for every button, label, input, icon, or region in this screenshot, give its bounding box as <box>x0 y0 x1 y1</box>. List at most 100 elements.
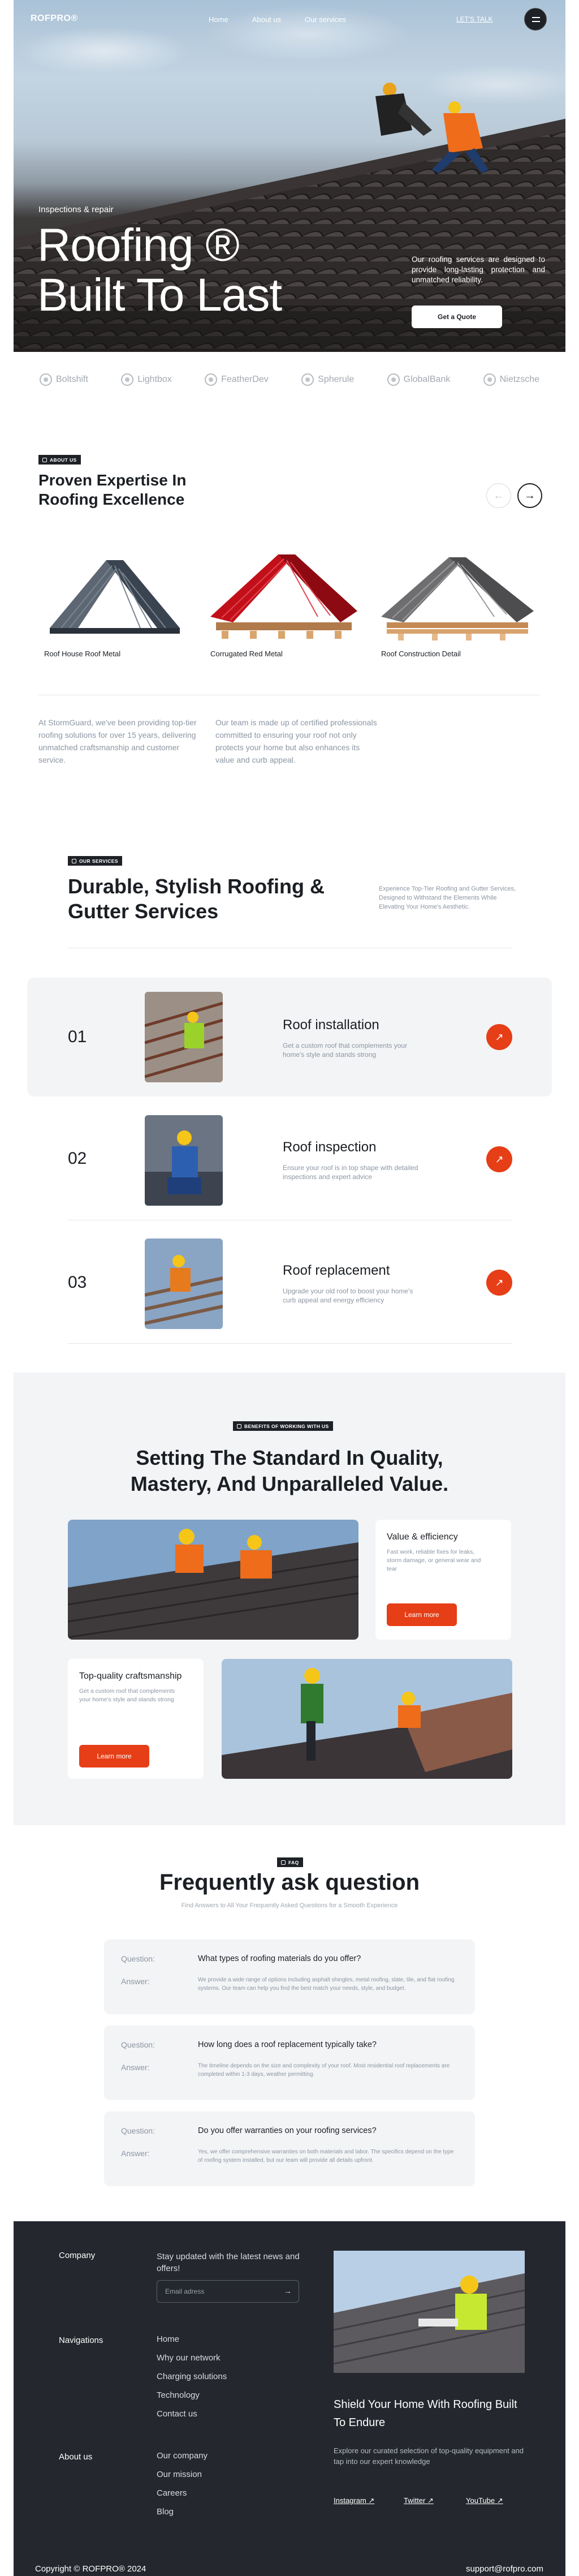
support-email-link[interactable]: support@rofpro.com <box>466 2564 543 2574</box>
social-label: Twitter <box>404 2496 426 2505</box>
benefit-photo-roofers <box>68 1520 358 1640</box>
nav-services[interactable]: Our services <box>305 15 346 24</box>
nav-about[interactable]: About us <box>252 15 281 24</box>
footer-link-network[interactable]: Why our network <box>157 2353 221 2363</box>
footer-company-heading: Company <box>59 2251 96 2260</box>
product-image-red-roof <box>210 554 357 639</box>
newsletter-form: → <box>157 2280 299 2303</box>
footer-link-mission[interactable]: Our mission <box>157 2470 202 2479</box>
services-title: Durable, Stylish Roofing & Gutter Servic… <box>68 875 325 923</box>
footer-link-home[interactable]: Home <box>157 2334 179 2344</box>
brand-logo: Nietzsche <box>483 373 539 386</box>
answer-text: The timeline depends on the size and com… <box>198 2063 450 2078</box>
service-row[interactable]: 03 Roof replacement Upgrade your old roo… <box>27 1224 552 1343</box>
lightbox-icon <box>121 373 134 386</box>
service-arrow-button[interactable]: ↗ <box>486 1024 512 1050</box>
footer-link-blog[interactable]: Blog <box>157 2507 174 2517</box>
product-card[interactable]: Corrugated Red Metal <box>205 543 369 658</box>
carousel-prev-button[interactable]: ← <box>486 483 511 508</box>
email-input[interactable] <box>165 2281 278 2302</box>
twitter-link[interactable]: Twitter ↗ <box>404 2496 434 2505</box>
arrow-right-icon: → <box>524 489 535 502</box>
carousel-next-button[interactable]: → <box>517 483 542 508</box>
question-text: Do you offer warranties on your roofing … <box>198 2126 377 2135</box>
faq-title: Frequently ask question <box>159 1870 420 1895</box>
brand-name: FeatherDev <box>221 375 269 384</box>
product-name: Corrugated Red Metal <box>210 650 283 658</box>
arrow-up-right-icon: ↗ <box>427 2496 434 2505</box>
globalbank-icon <box>387 373 400 386</box>
tag-icon <box>72 858 76 863</box>
service-row[interactable]: 01 Roof installation Get a custom roof t… <box>27 978 552 1096</box>
hero-title-line1: Roofing ® <box>37 220 240 271</box>
arrow-right-icon[interactable]: → <box>284 2286 292 2295</box>
hero-eyebrow: Inspections & repair <box>38 205 114 214</box>
footer-cta-title: Shield Your Home With Roofing Built To E… <box>334 2398 517 2429</box>
brand-logo: Boltshift <box>40 373 88 386</box>
answer-label: Answer: <box>121 2063 150 2072</box>
footer-nav-heading: Navigations <box>59 2336 103 2345</box>
divider <box>68 1343 512 1344</box>
footer-link-company[interactable]: Our company <box>157 2451 208 2461</box>
footer-link-charging[interactable]: Charging solutions <box>157 2372 227 2381</box>
lets-talk-link[interactable]: LET'S TALK <box>456 15 493 23</box>
faq-item[interactable]: Question: Do you offer warranties on you… <box>104 2111 475 2186</box>
question-label: Question: <box>121 1954 155 1963</box>
product-image-grey-roof <box>50 560 180 634</box>
service-number: 01 <box>68 1027 87 1046</box>
benefits-tag: BENEFITS OF WORKING WITH US <box>233 1421 333 1431</box>
arrow-up-right-icon: ↗ <box>368 2496 375 2505</box>
about-text-right: Our team is made up of certified profess… <box>215 718 377 764</box>
instagram-link[interactable]: Instagram ↗ <box>334 2496 374 2505</box>
arrow-left-icon: ← <box>493 489 504 502</box>
service-row[interactable]: 02 Roof inspection Ensure your roof is i… <box>27 1101 552 1220</box>
product-name: Roof House Roof Metal <box>44 650 121 658</box>
menu-icon <box>532 21 540 22</box>
answer-text: Yes, we offer comprehensive warranties o… <box>198 2149 454 2164</box>
tag-label: ABOUT US <box>50 457 77 463</box>
benefits-title-line1: Setting The Standard In Quality, <box>136 1446 443 1469</box>
footer-photo-worker <box>334 2251 525 2373</box>
social-label: YouTube <box>466 2496 495 2505</box>
top-nav: ROFPRO® Home About us Our services LET'S… <box>14 0 565 40</box>
arrow-up-right-icon: ↗ <box>495 1153 504 1165</box>
service-arrow-button[interactable]: ↗ <box>486 1270 512 1296</box>
brand-name: GlobalBank <box>403 375 451 384</box>
question-text: What types of roofing materials do you o… <box>198 1954 361 1963</box>
logo[interactable]: ROFPRO® <box>31 14 78 24</box>
arrow-up-right-icon: ↗ <box>495 1276 504 1288</box>
product-card[interactable]: Roof Construction Detail <box>375 543 539 658</box>
newsletter-text: Stay updated with the latest news and of… <box>157 2252 300 2273</box>
benefit-card-value: Value & efficiency Fast work, reliable f… <box>375 1520 511 1640</box>
faq-item[interactable]: Question: How long does a roof replaceme… <box>104 2025 475 2100</box>
benefits-section: BENEFITS OF WORKING WITH US Setting The … <box>14 1373 565 1825</box>
menu-button[interactable] <box>524 8 547 31</box>
service-arrow-button[interactable]: ↗ <box>486 1146 512 1172</box>
faq-item[interactable]: Question: What types of roofing material… <box>104 1939 475 2014</box>
product-image-construction-detail <box>381 557 534 640</box>
footer-link-contact[interactable]: Contact us <box>157 2409 197 2419</box>
youtube-link[interactable]: YouTube ↗ <box>466 2496 503 2505</box>
service-image-replacement <box>145 1238 223 1329</box>
brand-logo: GlobalBank <box>387 373 451 386</box>
footer-link-careers[interactable]: Careers <box>157 2488 187 2498</box>
brand-logo: FeatherDev <box>205 373 269 386</box>
question-label: Question: <box>121 2126 155 2135</box>
footer-link-technology[interactable]: Technology <box>157 2390 200 2400</box>
learn-more-button[interactable]: Learn more <box>79 1745 149 1767</box>
brand-logo: Spherule <box>301 373 354 386</box>
nav-home[interactable]: Home <box>209 15 228 24</box>
tag-icon <box>237 1424 241 1429</box>
answer-label: Answer: <box>121 1977 150 1986</box>
get-quote-button[interactable]: Get a Quote <box>412 306 502 328</box>
service-name: Roof replacement <box>283 1263 390 1278</box>
tag-label: OUR SERVICES <box>79 858 118 864</box>
arrow-up-right-icon: ↗ <box>496 2496 503 2505</box>
answer-text: We provide a wide range of options inclu… <box>198 1977 455 1992</box>
about-title: Proven Expertise In Roofing Excellence <box>38 471 187 508</box>
learn-more-button[interactable]: Learn more <box>387 1603 457 1626</box>
benefit-card-craftsmanship: Top-quality craftsmanship Get a custom r… <box>68 1659 204 1779</box>
service-number: 02 <box>68 1149 87 1168</box>
footer: Company Stay updated with the latest new… <box>14 2221 565 2576</box>
product-card[interactable]: Roof House Roof Metal <box>38 543 202 658</box>
